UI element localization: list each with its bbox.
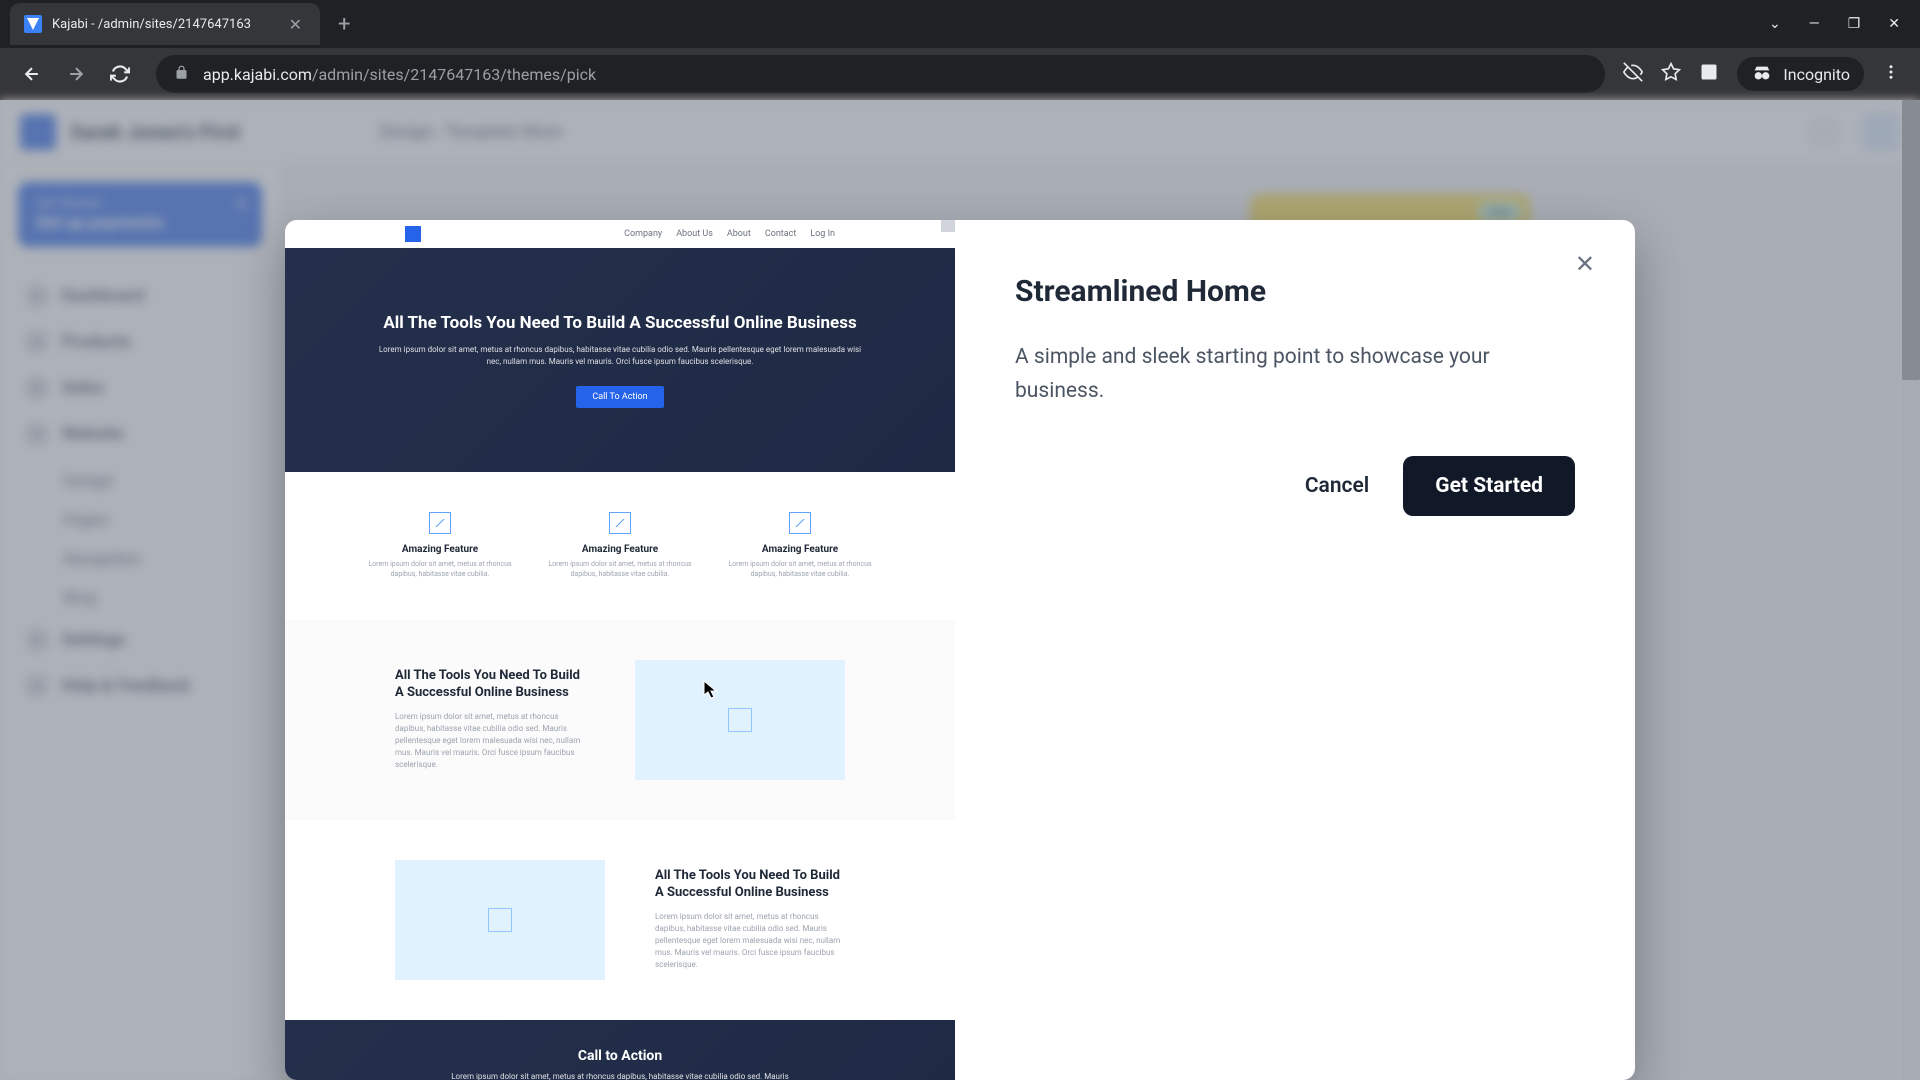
back-button[interactable] (14, 56, 50, 92)
close-icon[interactable]: ✕ (1575, 250, 1595, 278)
preview-nav-link: Log In (810, 229, 835, 239)
preview-hero-title: All The Tools You Need To Build A Succes… (383, 312, 856, 334)
preview-nav: Company About Us About Contact Log In (285, 220, 955, 248)
incognito-badge[interactable]: Incognito (1737, 57, 1864, 91)
tabs-dropdown-icon[interactable]: ⌄ (1769, 16, 1781, 32)
image-placeholder-icon (609, 512, 631, 534)
preview-section: All The Tools You Need To Build A Succes… (285, 820, 955, 1020)
preview-nav-link: About Us (676, 229, 713, 239)
image-placeholder-icon (488, 908, 512, 932)
image-placeholder-icon (728, 708, 752, 732)
window-close-icon[interactable]: ✕ (1888, 16, 1900, 32)
tab-title: Kajabi - /admin/sites/2147647163 (52, 17, 285, 32)
preview-section: All The Tools You Need To Build A Succes… (285, 620, 955, 820)
forward-button[interactable] (58, 56, 94, 92)
template-modal: Company About Us About Contact Log In Al… (285, 220, 1635, 1080)
tab-favicon (24, 15, 42, 33)
reload-button[interactable] (102, 56, 138, 92)
get-started-button[interactable]: Get Started (1403, 456, 1575, 516)
browser-toolbar: app.kajabi.com/admin/sites/2147647163/th… (0, 48, 1920, 100)
window-controls: ⌄ ― ❐ ✕ (1769, 16, 1920, 32)
url-text: app.kajabi.com/admin/sites/2147647163/th… (203, 65, 596, 84)
tab-close-icon[interactable]: ✕ (285, 15, 306, 34)
image-placeholder (395, 860, 605, 980)
new-tab-button[interactable]: + (320, 12, 368, 37)
incognito-label: Incognito (1783, 65, 1850, 84)
preview-hero-desc: Lorem ipsum dolor sit amet, metus at rho… (375, 344, 865, 368)
modal-overlay[interactable]: Company About Us About Contact Log In Al… (0, 100, 1920, 1080)
modal-title: Streamlined Home (1015, 274, 1575, 309)
lock-icon (174, 65, 189, 84)
template-preview[interactable]: Company About Us About Contact Log In Al… (285, 220, 955, 1080)
preview-nav-link: Company (624, 229, 662, 239)
menu-icon[interactable] (1882, 63, 1900, 85)
image-placeholder-icon (429, 512, 451, 534)
modal-info-panel: ✕ Streamlined Home A simple and sleek st… (955, 220, 1635, 1080)
address-bar[interactable]: app.kajabi.com/admin/sites/2147647163/th… (156, 55, 1605, 93)
preview-features: Amazing FeatureLorem ipsum dolor sit ame… (285, 472, 955, 620)
cancel-button[interactable]: Cancel (1295, 456, 1379, 516)
preview-cta: Call to Action Lorem ipsum dolor sit ame… (285, 1020, 955, 1080)
bookmark-icon[interactable] (1661, 62, 1681, 86)
preview-hero-cta: Call To Action (576, 386, 663, 408)
preview-hero: All The Tools You Need To Build A Succes… (285, 248, 955, 472)
extensions-icon[interactable] (1699, 62, 1719, 86)
image-placeholder (635, 660, 845, 780)
browser-tab-strip: Kajabi - /admin/sites/2147647163 ✕ + ⌄ ―… (0, 0, 1920, 48)
image-placeholder-icon (789, 512, 811, 534)
tracking-icon[interactable] (1623, 62, 1643, 86)
incognito-icon (1751, 63, 1773, 85)
preview-scrollbar[interactable] (941, 220, 955, 1080)
maximize-icon[interactable]: ❐ (1848, 16, 1861, 32)
minimize-icon[interactable]: ― (1809, 16, 1820, 32)
preview-nav-link: Contact (765, 229, 796, 239)
modal-description: A simple and sleek starting point to sho… (1015, 341, 1535, 408)
preview-nav-link: About (727, 229, 751, 239)
browser-tab[interactable]: Kajabi - /admin/sites/2147647163 ✕ (10, 3, 320, 45)
preview-logo-icon (405, 226, 421, 242)
